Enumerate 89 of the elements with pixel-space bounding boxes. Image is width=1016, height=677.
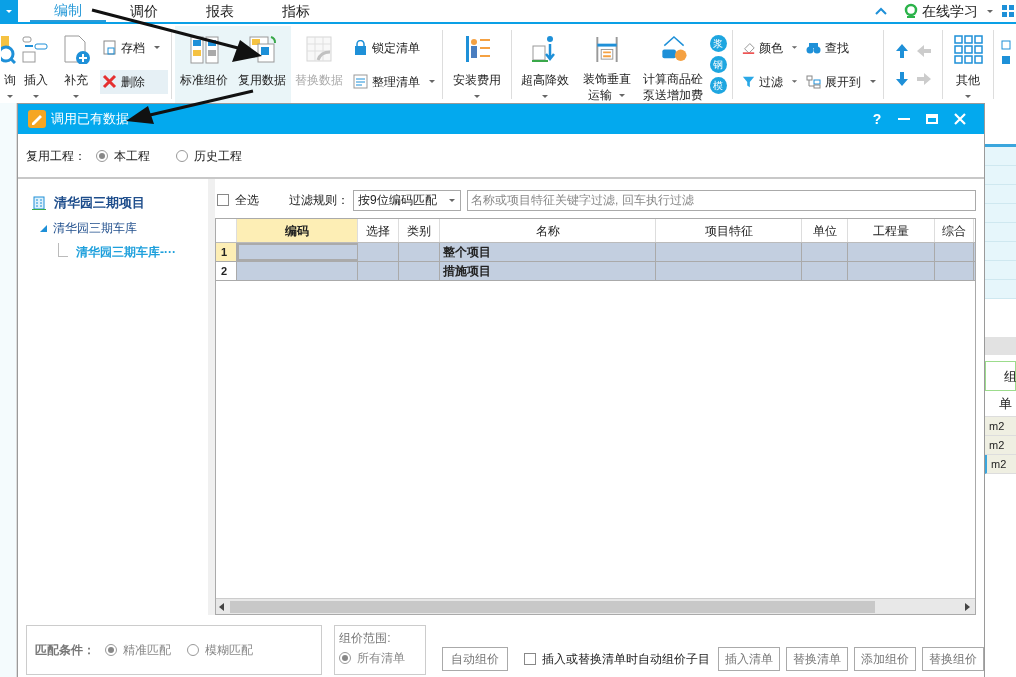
table-cell: m2 [985,455,1016,474]
radio-button[interactable]: 模糊匹配 [187,641,253,659]
window-title: 调用已有数据 [51,110,129,129]
ribbon-button[interactable]: 标准组价 [175,26,232,103]
search-field[interactable]: 名称或项目特征关键字过滤, 回车执行过滤 [467,189,976,211]
column-header[interactable]: 编码 [237,219,358,242]
maximize-icon [926,114,938,124]
menu-button[interactable] [0,0,18,22]
checkbox[interactable]: 全选 [217,191,259,209]
horizontal-scrollbar[interactable] [216,598,975,614]
table-cell: 整个项目 [440,243,656,261]
filter-dropdown[interactable]: 按9位编码匹配 [353,189,461,211]
paint-bucket-icon [742,40,756,55]
panels-icon [188,34,219,64]
table-cell: m2 [985,436,1016,455]
radio-button[interactable]: 精准匹配 [105,641,171,659]
arrow-left-icon [916,42,932,59]
column-header[interactable]: 综合 [935,219,974,242]
scrollbar-thumb[interactable] [230,600,875,613]
button[interactable]: 替换组价 [922,647,984,671]
table-cell[interactable] [237,243,358,261]
column-header[interactable]: 类别 [399,219,440,242]
table-cell: m2 [985,417,1016,436]
filter-icon [742,74,756,89]
caret-icon [986,8,994,14]
collapse-icon [875,7,887,15]
close-icon [102,74,117,89]
table-row [985,280,1016,299]
field-label: 复用工程： [26,147,86,165]
column-header[interactable]: 项目特征 [656,219,802,242]
close-button[interactable] [954,112,968,126]
table-row [985,185,1016,204]
button[interactable]: 自动组价 [442,647,508,671]
grid-icon [1002,5,1014,17]
ribbon-button[interactable]: 删除 [100,69,168,94]
table-row [985,166,1016,185]
list-icon [353,74,368,89]
panel-icon [1001,40,1011,64]
checkbox[interactable]: 插入或替换清单时自动组价子目 [524,650,710,668]
button[interactable]: 替换清单 [786,647,848,671]
document-plus-icon [61,34,91,64]
tree-item[interactable]: 清华园三期车库 [53,219,137,237]
ribbon-button[interactable]: 复用数据 [232,26,291,103]
radio-button[interactable]: 本工程 [96,146,150,165]
grid-dots-icon [953,34,983,64]
online-learning-button[interactable]: 在线学习 [903,0,978,22]
tree-item[interactable]: 清华园三期项目 [54,193,145,213]
maximize-button[interactable] [926,112,940,126]
toolbar [985,337,1016,355]
table-row [985,223,1016,242]
binoculars-icon [806,40,821,55]
arrow-right-icon [916,70,932,87]
splitter[interactable] [208,179,215,615]
radio-button[interactable]: 历史工程 [176,146,242,165]
table-replace-icon [304,34,334,64]
column-header: 组 [985,361,1016,391]
lock-icon [353,40,368,55]
button[interactable]: 添加组价 [854,647,916,671]
arrow-up-icon [894,42,910,59]
radio-button[interactable]: 所有清单 [339,649,421,667]
field-label: 过滤规则： [289,192,349,209]
field-label: 组价范围: [339,630,392,647]
menu-tab[interactable]: 指标 [258,0,334,22]
headset-icon [903,3,919,19]
building-icon [32,196,46,210]
row-number: 2 [216,262,237,280]
column-header[interactable]: 单位 [802,219,848,242]
table-cell: 措施项目 [440,262,656,280]
save-icon [102,40,117,55]
edit-icon [28,110,46,128]
menu-tab[interactable]: 报表 [182,0,258,22]
insert-rows-icon [21,34,51,64]
table-row [985,242,1016,261]
field-label: 匹配条件： [35,642,95,659]
tree-nodes-icon [806,74,821,89]
table-row [985,261,1016,280]
minimize-icon [898,118,910,120]
column-header[interactable]: 名称 [440,219,656,242]
table-row [985,147,1016,166]
arrow-down-icon [894,70,910,87]
caret-icon [448,197,456,203]
row-number: 1 [216,243,237,261]
column-header[interactable]: 工程量 [848,219,935,242]
button[interactable]: 插入清单 [718,647,780,671]
menu-tab[interactable]: 调价 [106,0,182,22]
column-header[interactable]: 选择 [358,219,399,242]
caret-icon [5,8,13,14]
close-icon [954,113,966,125]
table-row [985,204,1016,223]
